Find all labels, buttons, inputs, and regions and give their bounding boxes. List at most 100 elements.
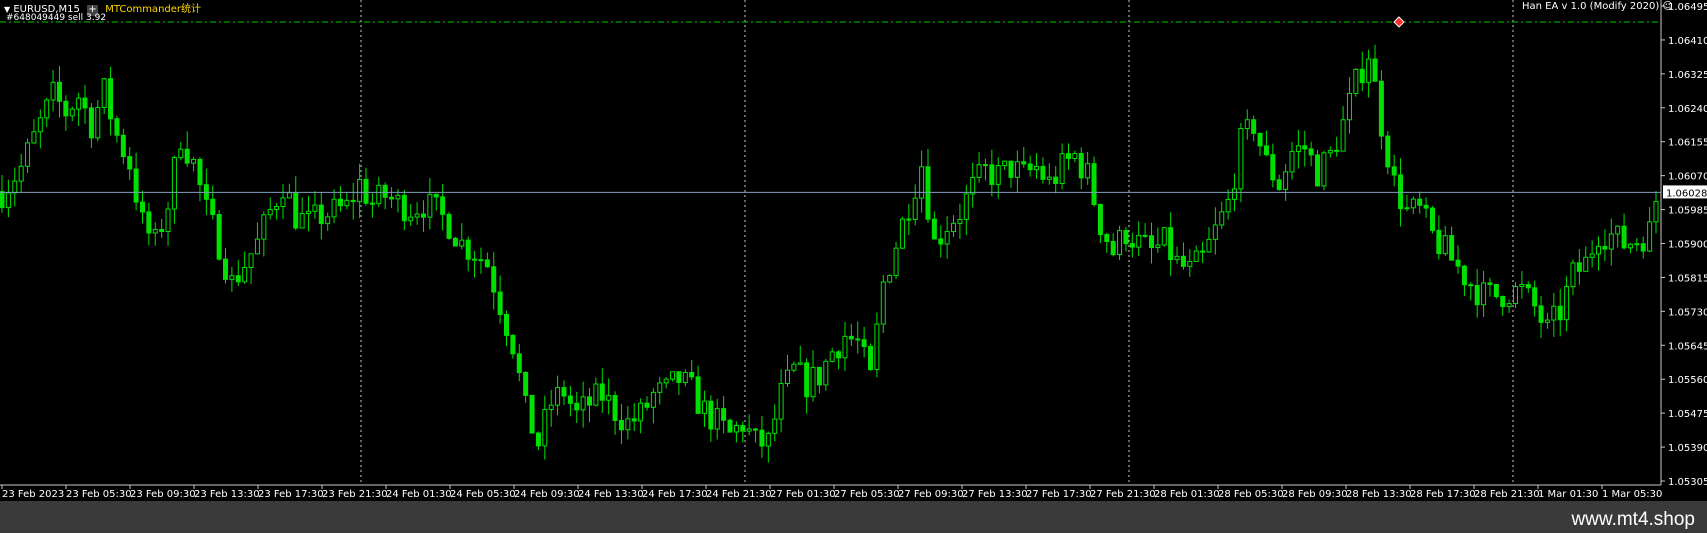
candle-body bbox=[848, 335, 854, 340]
candle-body bbox=[433, 193, 439, 198]
candle-body bbox=[427, 193, 433, 218]
candle-body bbox=[765, 432, 771, 447]
candle-body bbox=[580, 396, 586, 411]
candle-body bbox=[446, 213, 452, 239]
candle-body bbox=[44, 99, 50, 119]
candle-body bbox=[1180, 255, 1186, 267]
time-tick-label: 28 Feb 09:30 bbox=[1282, 489, 1348, 500]
candle-body bbox=[1327, 149, 1333, 154]
candle-body bbox=[663, 378, 669, 384]
candle-body bbox=[1346, 92, 1352, 121]
candle-body bbox=[1564, 286, 1570, 321]
candle-body bbox=[1065, 153, 1071, 159]
candle-body bbox=[791, 363, 797, 371]
candle-body bbox=[618, 420, 624, 431]
candle-body bbox=[274, 205, 280, 210]
candle-body bbox=[797, 362, 803, 365]
candle-body bbox=[325, 216, 331, 225]
candle-body bbox=[1263, 145, 1269, 156]
candle-body bbox=[1493, 283, 1499, 297]
candle-body bbox=[1353, 68, 1359, 94]
candle-body bbox=[389, 196, 395, 200]
candle-body bbox=[504, 313, 510, 336]
candle-body bbox=[1091, 163, 1097, 205]
candle-body bbox=[1219, 211, 1225, 226]
candle-body bbox=[114, 118, 120, 136]
candle-body bbox=[542, 409, 548, 447]
candle-body bbox=[452, 237, 458, 247]
candle-body bbox=[727, 419, 733, 433]
candle bbox=[216, 210, 222, 261]
candle-body bbox=[689, 371, 695, 378]
candle-body bbox=[1232, 188, 1238, 200]
candle-body bbox=[1544, 319, 1550, 323]
candle-body bbox=[823, 360, 829, 386]
candle-body bbox=[69, 108, 75, 117]
candle-body bbox=[593, 383, 599, 406]
candle-body bbox=[420, 213, 426, 218]
candle-body bbox=[778, 382, 784, 420]
time-tick-label: 27 Feb 05:30 bbox=[834, 489, 900, 500]
candle-body bbox=[210, 198, 216, 216]
candle-body bbox=[836, 351, 842, 359]
candle-body bbox=[1455, 259, 1461, 267]
candle-body bbox=[880, 281, 886, 325]
candle-body bbox=[223, 258, 229, 280]
candle bbox=[446, 211, 452, 240]
candle-body bbox=[1481, 282, 1487, 306]
candle-body bbox=[644, 402, 650, 408]
candle bbox=[1353, 68, 1359, 97]
candle-body bbox=[1238, 127, 1244, 190]
candle-body bbox=[491, 266, 497, 293]
candle-body bbox=[1615, 225, 1621, 235]
candle bbox=[880, 275, 886, 333]
candle-body bbox=[548, 404, 554, 411]
candle-body bbox=[88, 107, 94, 139]
candle-body bbox=[376, 184, 382, 205]
candle-body bbox=[248, 253, 254, 268]
candle-body bbox=[1014, 161, 1020, 178]
candle-body bbox=[1174, 255, 1180, 261]
candle-body bbox=[1085, 163, 1091, 179]
candle bbox=[868, 343, 874, 371]
candle-body bbox=[18, 165, 24, 182]
candle-body bbox=[567, 395, 573, 404]
candle-body bbox=[1532, 287, 1538, 307]
candle-body bbox=[440, 196, 446, 215]
time-tick-label: 23 Feb 17:30 bbox=[258, 489, 324, 500]
candle-body bbox=[1385, 135, 1391, 168]
time-tick-label: 23 Feb 21:30 bbox=[322, 489, 388, 500]
time-tick-label: 27 Feb 09:30 bbox=[898, 489, 964, 500]
candle-body bbox=[472, 258, 478, 261]
candle-body bbox=[906, 218, 912, 221]
candle-body bbox=[1155, 244, 1161, 249]
candle-body bbox=[746, 428, 752, 432]
candle-body bbox=[1378, 80, 1384, 137]
ea-label: Han EA v 1.0 (Modify 2020) ☺ bbox=[1522, 1, 1673, 12]
time-tick-label: 1 Mar 01:30 bbox=[1538, 489, 1598, 500]
candle-body bbox=[1487, 282, 1493, 285]
candle-body bbox=[1366, 58, 1372, 84]
candle-body bbox=[37, 117, 43, 133]
candle-body bbox=[612, 395, 618, 422]
candle-body bbox=[1653, 200, 1659, 223]
candle-body bbox=[127, 156, 133, 170]
indicator-label: MTCommander统计 bbox=[105, 4, 202, 15]
candle-body bbox=[497, 291, 503, 315]
candle-body bbox=[657, 382, 663, 393]
time-tick-label: 24 Feb 21:30 bbox=[706, 489, 772, 500]
candle-body bbox=[1359, 68, 1365, 84]
candle-body bbox=[1289, 151, 1295, 173]
candle-body bbox=[267, 208, 273, 216]
candle-body bbox=[242, 266, 248, 283]
candle-body bbox=[1142, 234, 1148, 237]
candle-body bbox=[740, 424, 746, 432]
candle-body bbox=[816, 366, 822, 386]
candle-body bbox=[1436, 229, 1442, 255]
candle-body bbox=[670, 371, 676, 380]
time-tick-label: 27 Feb 13:30 bbox=[962, 489, 1028, 500]
candle-body bbox=[1576, 262, 1582, 272]
price-chart[interactable]: 1.06495 1.06410 1.06325 1.06240 1.06155 1.060… bbox=[0, 0, 1707, 501]
candle-body bbox=[286, 192, 292, 199]
candle-body bbox=[855, 338, 861, 341]
